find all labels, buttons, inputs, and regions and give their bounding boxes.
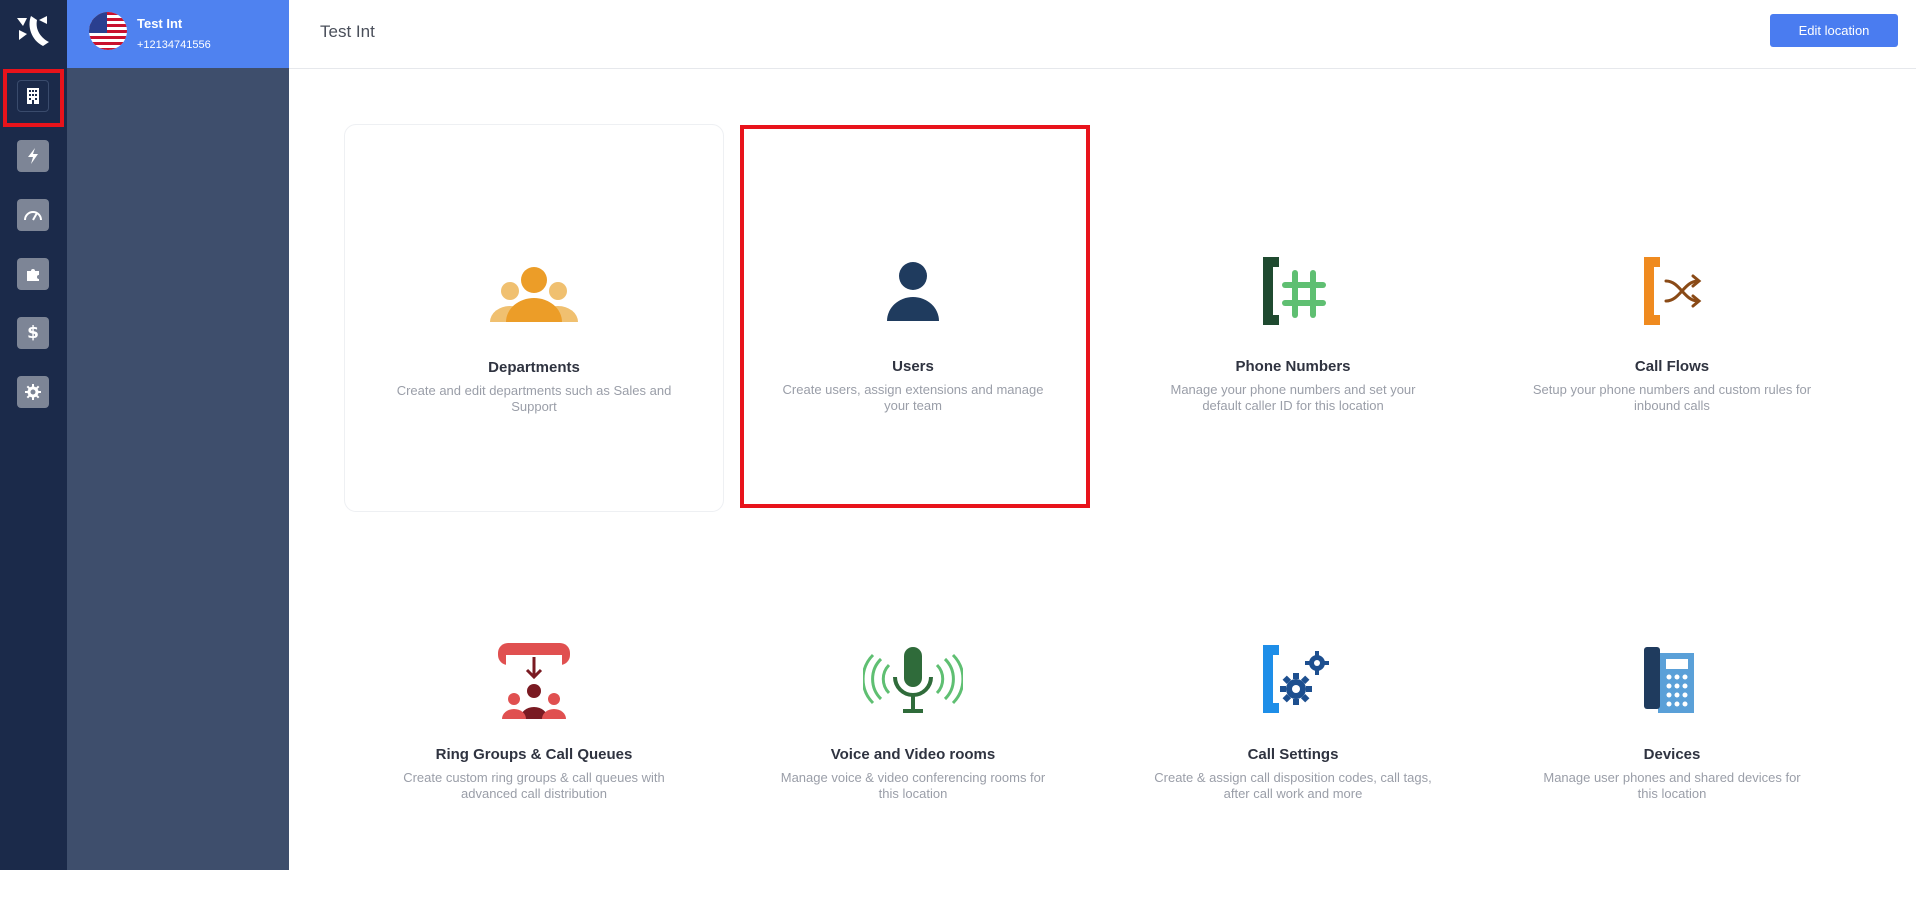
card-description: Setup your phone numbers and custom rule… (1532, 382, 1812, 413)
app-logo-icon[interactable] (13, 12, 53, 52)
speedometer-icon (24, 211, 42, 221)
departments-card[interactable]: Departments Create and edit departments … (344, 124, 724, 512)
puzzle-icon (27, 269, 39, 281)
nav-settings-button[interactable] (17, 376, 49, 408)
nav-integrations-button[interactable] (17, 258, 49, 290)
nav-billing-button[interactable]: $ (17, 317, 49, 349)
card-title: Call Flows (1634, 358, 1710, 375)
card-description: Create & assign call disposition codes, … (1154, 770, 1432, 801)
call-flow-icon (1644, 257, 1702, 325)
account-name: Test Int (137, 16, 183, 31)
call-settings-icon (1263, 645, 1329, 713)
page-title: Test Int (320, 22, 375, 41)
card-title: Phone Numbers (1235, 358, 1351, 375)
nav-dashboard-button[interactable] (17, 199, 49, 231)
card-description: Manage your phone numbers and set your d… (1170, 382, 1416, 413)
card-description: Manage voice & video conferencing rooms … (780, 770, 1046, 801)
card-description: Create and edit departments such as Sale… (396, 383, 672, 414)
edit-location-button[interactable]: Edit location (1770, 14, 1898, 47)
account-phone: +12134741556 (137, 39, 211, 51)
phone-numbers-card[interactable]: Phone Numbers Manage your phone numbers … (1103, 124, 1483, 512)
devices-card[interactable]: Devices Manage user phones and shared de… (1482, 512, 1862, 900)
card-title: Call Settings (1247, 746, 1339, 763)
card-title: Ring Groups & Call Queues (435, 746, 633, 763)
card-description: Create custom ring groups & call queues … (403, 770, 665, 801)
call-settings-card[interactable]: Call Settings Create & assign call dispo… (1103, 512, 1483, 900)
us-flag-icon (89, 12, 127, 50)
icon-rail: $ (0, 0, 67, 870)
departments-icon (490, 267, 578, 322)
dollar-icon: $ (27, 323, 39, 343)
phone-hash-icon (1263, 257, 1326, 325)
gear-icon (25, 384, 41, 400)
call-flows-card[interactable]: Call Flows Setup your phone numbers and … (1482, 124, 1862, 512)
ring-groups-card[interactable]: Ring Groups & Call Queues Create custom … (344, 512, 724, 900)
account-header[interactable]: Test Int +12134741556 (67, 0, 289, 68)
card-description: Manage user phones and shared devices fo… (1543, 770, 1801, 801)
users-card-highlight-box (740, 125, 1090, 508)
card-title: Departments (488, 359, 580, 376)
microphone-icon (863, 647, 963, 713)
top-bar: Test Int Edit location (289, 0, 1916, 69)
nav-automations-button[interactable] (17, 140, 49, 172)
ring-groups-icon (498, 643, 570, 719)
lightning-icon (28, 148, 38, 164)
card-title: Voice and Video rooms (830, 746, 996, 763)
card-title: Devices (1643, 746, 1701, 763)
nav-highlight-box (3, 69, 64, 127)
desk-phone-icon (1644, 647, 1694, 713)
voice-video-rooms-card[interactable]: Voice and Video rooms Manage voice & vid… (723, 512, 1103, 900)
location-panel: Test Int +12134741556 (67, 0, 289, 870)
